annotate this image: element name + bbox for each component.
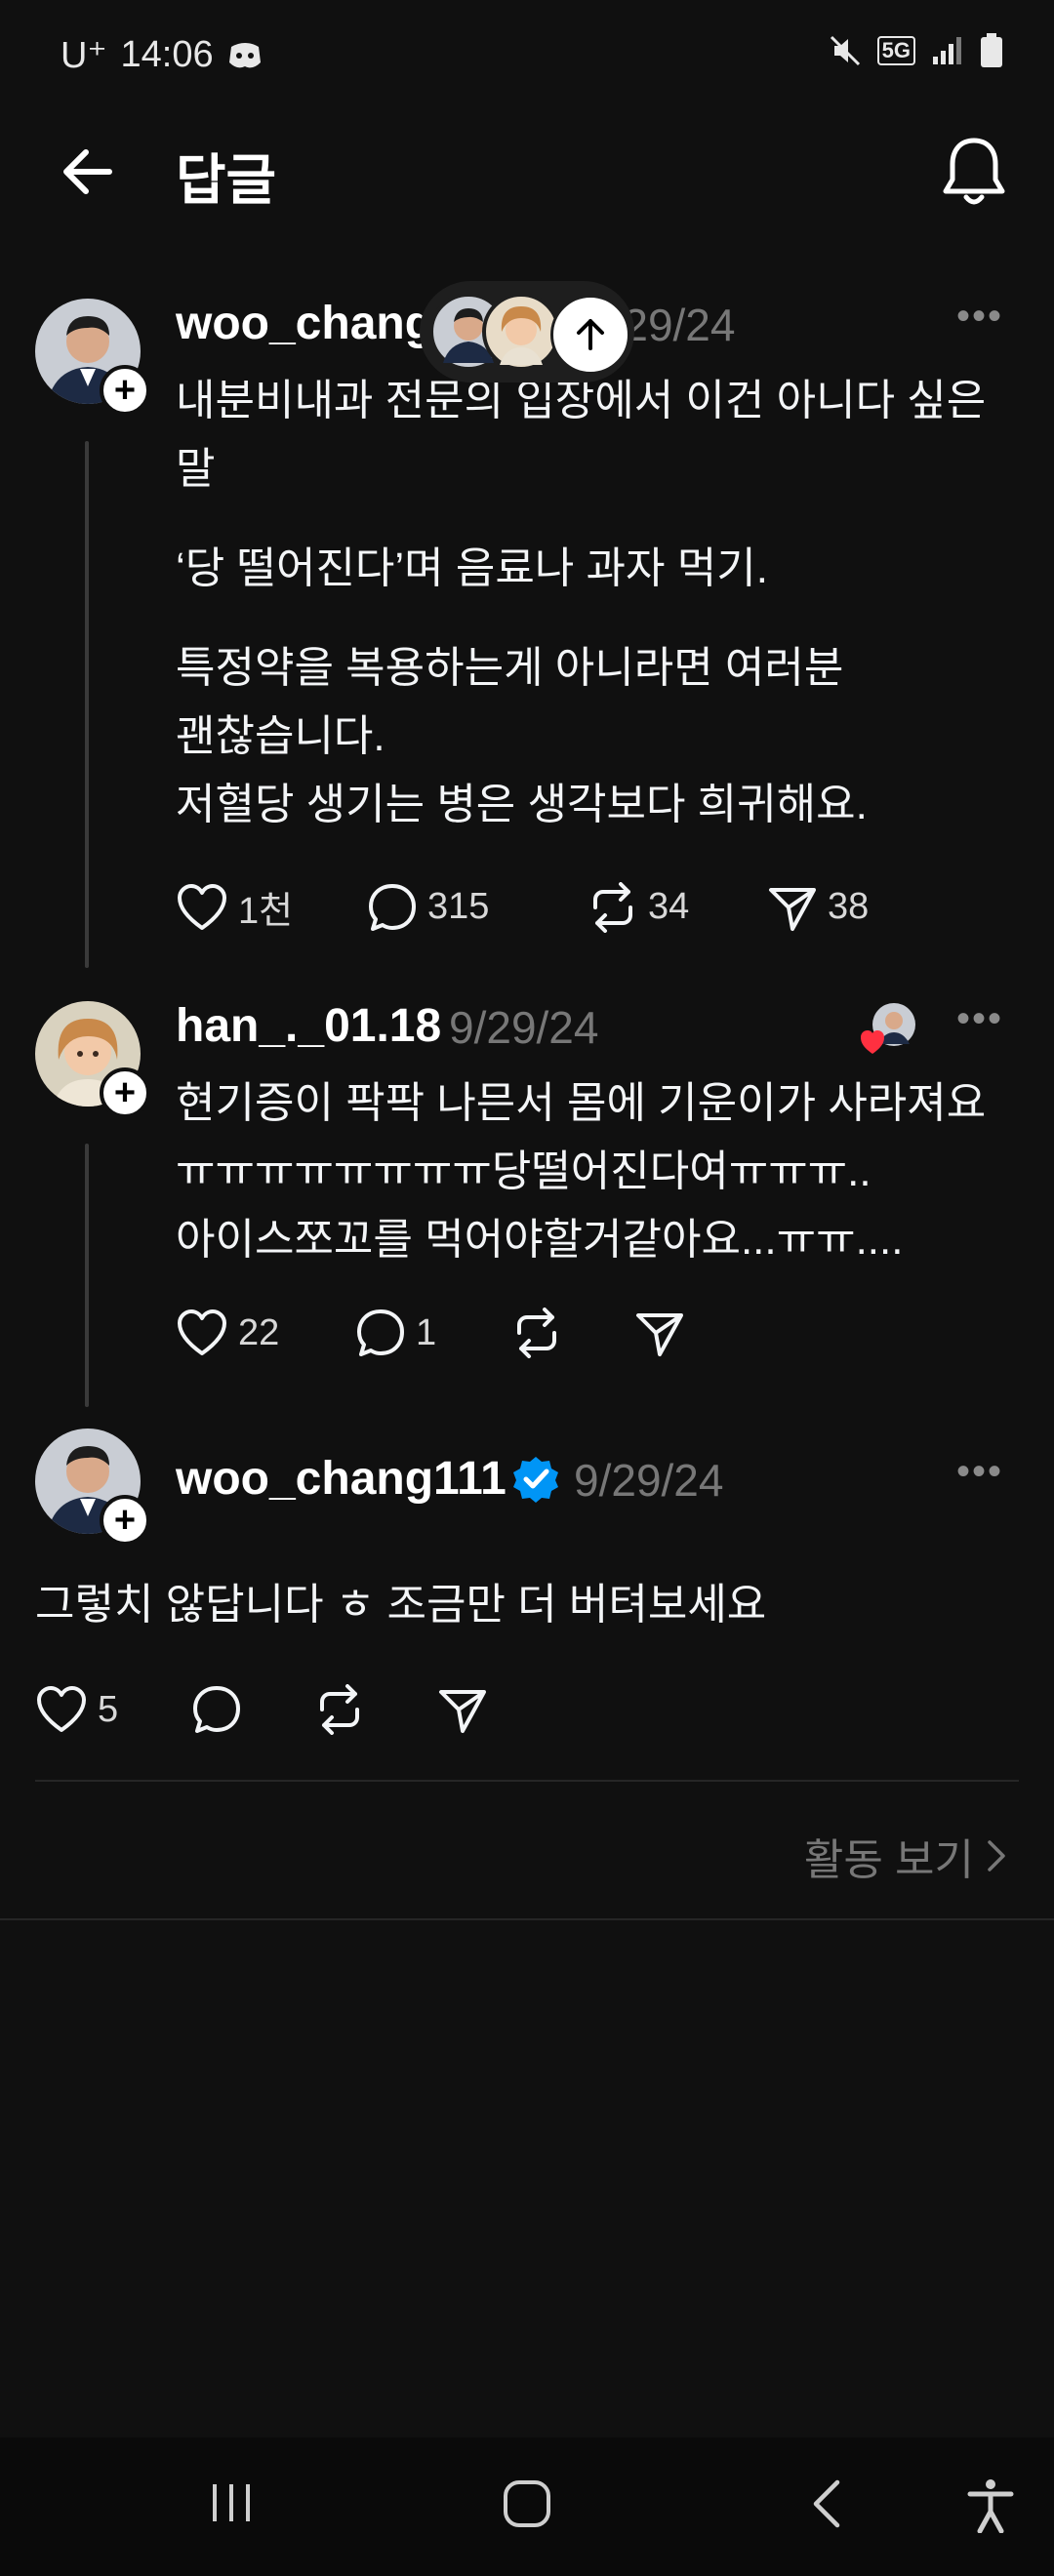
comment-icon: [357, 1309, 404, 1356]
follow-button[interactable]: +: [100, 365, 150, 416]
send-icon: [636, 1313, 683, 1356]
repost-icon: [593, 881, 632, 933]
follow-button[interactable]: +: [100, 1067, 150, 1118]
share-button[interactable]: [437, 1684, 488, 1735]
view-activity-link[interactable]: 활동 보기: [804, 1825, 1007, 1887]
share-button[interactable]: 38: [767, 882, 869, 933]
accessibility-icon[interactable]: [966, 2478, 1015, 2533]
discord-icon: [228, 42, 261, 67]
repost-button[interactable]: 34: [588, 881, 767, 933]
post-line: 아이스쪼꼬를 먹어야할거같아요...ㅠㅠ....: [176, 1216, 904, 1264]
repost-button[interactable]: [511, 1308, 634, 1358]
post-body: 현기증이 팍팍 나믄서 몸에 기운이가 사라져요 ㅠㅠㅠㅠㅠㅠㅠㅠ당떨어진다여ㅠ…: [176, 1069, 1034, 1274]
back-arrow-icon[interactable]: [59, 142, 117, 201]
like-count: 22: [238, 1311, 280, 1353]
username[interactable]: han_._01.18: [176, 999, 441, 1053]
post-2: + han_._01.18 9/29/24 ••• 현기증이 팍팍 나믄서 몸에…: [0, 986, 1054, 1407]
like-button[interactable]: 22: [176, 1308, 355, 1357]
chevron-right-icon: [988, 1840, 1005, 1872]
reply-button[interactable]: 315: [367, 882, 588, 933]
post-line: 괜찮습니다.: [176, 712, 385, 760]
reply-button[interactable]: 1: [355, 1308, 511, 1358]
post-1: + woo_chang 9/29/24 ••• 내분비내과 전문의 입장에서 이…: [0, 283, 1054, 968]
send-icon: [769, 887, 816, 931]
like-button[interactable]: 1천: [176, 880, 367, 934]
post-actions: 22 1: [176, 1308, 685, 1358]
post-body: 그렇치 않답니다 ㅎ 조금만 더 버텨보세요: [35, 1581, 767, 1629]
thread-line: [85, 1144, 89, 1407]
reply-count: 315: [427, 886, 490, 927]
post-3: + woo_chang111 9/29/24 ••• 그렇치 않답니다 ㅎ 조금…: [0, 1415, 1054, 1737]
divider: [0, 1918, 1054, 1920]
like-count: 1천: [238, 891, 294, 932]
mute-icon: [830, 35, 860, 66]
back-icon[interactable]: [806, 2478, 845, 2529]
repost-button[interactable]: [314, 1684, 437, 1735]
more-icon[interactable]: •••: [956, 997, 1003, 1041]
thread-line: [85, 441, 89, 968]
status-bar: U⁺ 14:06 5G: [0, 0, 1054, 117]
send-icon: [439, 1690, 486, 1733]
reply-button[interactable]: [191, 1684, 314, 1735]
carrier-label: U⁺: [61, 35, 107, 76]
follow-button[interactable]: +: [100, 1495, 150, 1546]
network-label: 5G: [876, 36, 915, 65]
like-button[interactable]: 5: [35, 1685, 191, 1734]
recent-apps-icon[interactable]: [207, 2478, 256, 2527]
repost-icon: [517, 1308, 556, 1358]
view-activity-label: 활동 보기: [803, 1836, 974, 1884]
scroll-up-icon[interactable]: [550, 295, 630, 375]
repost-count: 34: [648, 886, 690, 927]
avatar: [482, 293, 560, 371]
heart-icon: [37, 1686, 86, 1732]
post-line: 말: [176, 445, 216, 493]
post-date: 9/29/24: [574, 1455, 724, 1506]
post-line: ‘당 떨어진다’며 음료나 과자 먹기.: [176, 544, 768, 592]
username[interactable]: woo_chang111: [176, 1452, 507, 1506]
battery-icon: [981, 33, 1002, 67]
post-date: 9/29/24: [449, 1002, 599, 1053]
repost-icon: [320, 1684, 359, 1735]
post-actions: 1천 315 34 38: [176, 880, 869, 934]
bell-icon[interactable]: [941, 135, 1007, 209]
post-actions: 5: [35, 1684, 488, 1735]
liked-by-author-badge: [859, 999, 917, 1058]
clock: 14:06: [120, 34, 214, 75]
heart-icon: [178, 1309, 226, 1355]
share-button[interactable]: [634, 1308, 685, 1358]
more-icon[interactable]: •••: [956, 1450, 1003, 1494]
divider: [35, 1780, 1019, 1782]
comment-icon: [369, 883, 416, 931]
heart-icon: [178, 883, 226, 930]
page-title: 답글: [176, 149, 277, 211]
signal-icon: [933, 37, 961, 64]
reply-count: 1: [416, 1311, 437, 1353]
username[interactable]: woo_chang: [176, 297, 433, 350]
like-count: 5: [98, 1688, 119, 1730]
share-count: 38: [828, 886, 870, 927]
verified-icon: [513, 1457, 558, 1503]
scroll-up-pill[interactable]: [420, 281, 634, 382]
post-line: 특정약을 복용하는게 아니라면 여러분: [176, 644, 844, 692]
post-line: 현기증이 팍팍 나믄서 몸에 기운이가 사라져요: [176, 1079, 987, 1127]
post-line: ㅠㅠㅠㅠㅠㅠㅠㅠ당떨어진다여ㅠㅠㅠ..: [176, 1147, 872, 1195]
home-icon[interactable]: [502, 2478, 552, 2529]
more-icon[interactable]: •••: [956, 295, 1003, 339]
post-body: 내분비내과 전문의 입장에서 이건 아니다 싶은 말 ‘당 떨어진다’며 음료나…: [176, 367, 1025, 839]
post-line: 저혈당 생기는 병은 생각보다 희귀해요.: [176, 781, 868, 828]
comment-icon: [193, 1686, 240, 1733]
